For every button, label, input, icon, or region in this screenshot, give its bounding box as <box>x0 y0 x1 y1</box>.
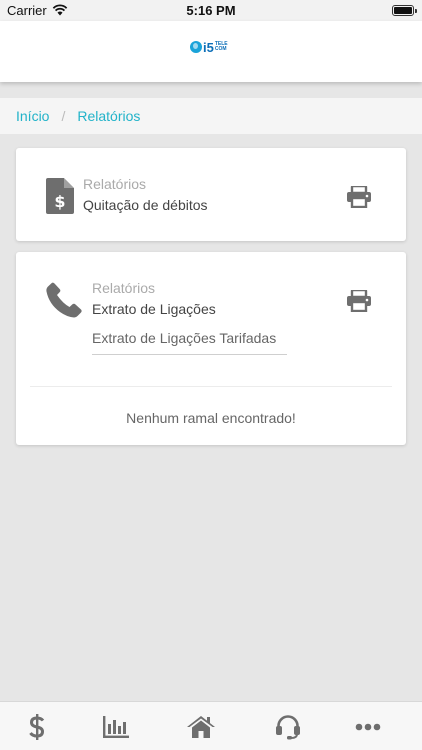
home-icon <box>187 716 215 738</box>
tab-more[interactable] <box>354 714 382 740</box>
app-header: i5 TELE COM <box>0 21 422 82</box>
printer-icon[interactable] <box>347 290 371 312</box>
card-divider <box>30 386 392 387</box>
breadcrumb-separator: / <box>61 108 66 124</box>
report-type-select[interactable]: Extrato de Ligações Tarifadas <box>92 328 287 355</box>
headset-icon <box>276 715 300 740</box>
printer-icon[interactable] <box>347 186 371 208</box>
invoice-dollar-icon: $ <box>46 178 74 214</box>
battery-icon <box>392 5 417 16</box>
dollar-icon <box>29 714 45 740</box>
company-logo: i5 TELE COM <box>190 39 234 55</box>
card-calls-title: Extrato de Ligações <box>92 301 216 317</box>
tab-support[interactable] <box>274 714 302 740</box>
report-card-debts[interactable]: $ Relatórios Quitação de débitos <box>16 148 406 241</box>
report-card-calls: Relatórios Extrato de Ligações Extrato d… <box>16 252 406 445</box>
card-debts-caption: Relatórios <box>83 176 147 192</box>
logo-com: COM <box>214 46 227 52</box>
breadcrumb-home-link[interactable]: Início <box>16 108 49 124</box>
status-bar: Carrier 5:16 PM <box>0 0 422 21</box>
card-debts-title: Quitação de débitos <box>83 197 208 213</box>
chart-icon <box>103 716 129 738</box>
phone-icon <box>46 282 82 318</box>
svg-text:$: $ <box>54 192 65 211</box>
breadcrumb: Início / Relatórios <box>0 98 422 134</box>
card-calls-caption: Relatórios <box>92 280 156 296</box>
globe-icon <box>190 41 202 53</box>
breadcrumb-current-link[interactable]: Relatórios <box>77 108 140 124</box>
tab-home[interactable] <box>187 714 215 740</box>
clock: 5:16 PM <box>186 3 236 18</box>
empty-state-message: Nenhum ramal encontrado! <box>126 410 296 426</box>
logo-number: i5 <box>203 39 214 55</box>
tab-finance[interactable] <box>23 714 51 740</box>
more-icon <box>355 723 381 731</box>
tab-bar <box>0 701 422 750</box>
tab-reports[interactable] <box>102 714 130 740</box>
